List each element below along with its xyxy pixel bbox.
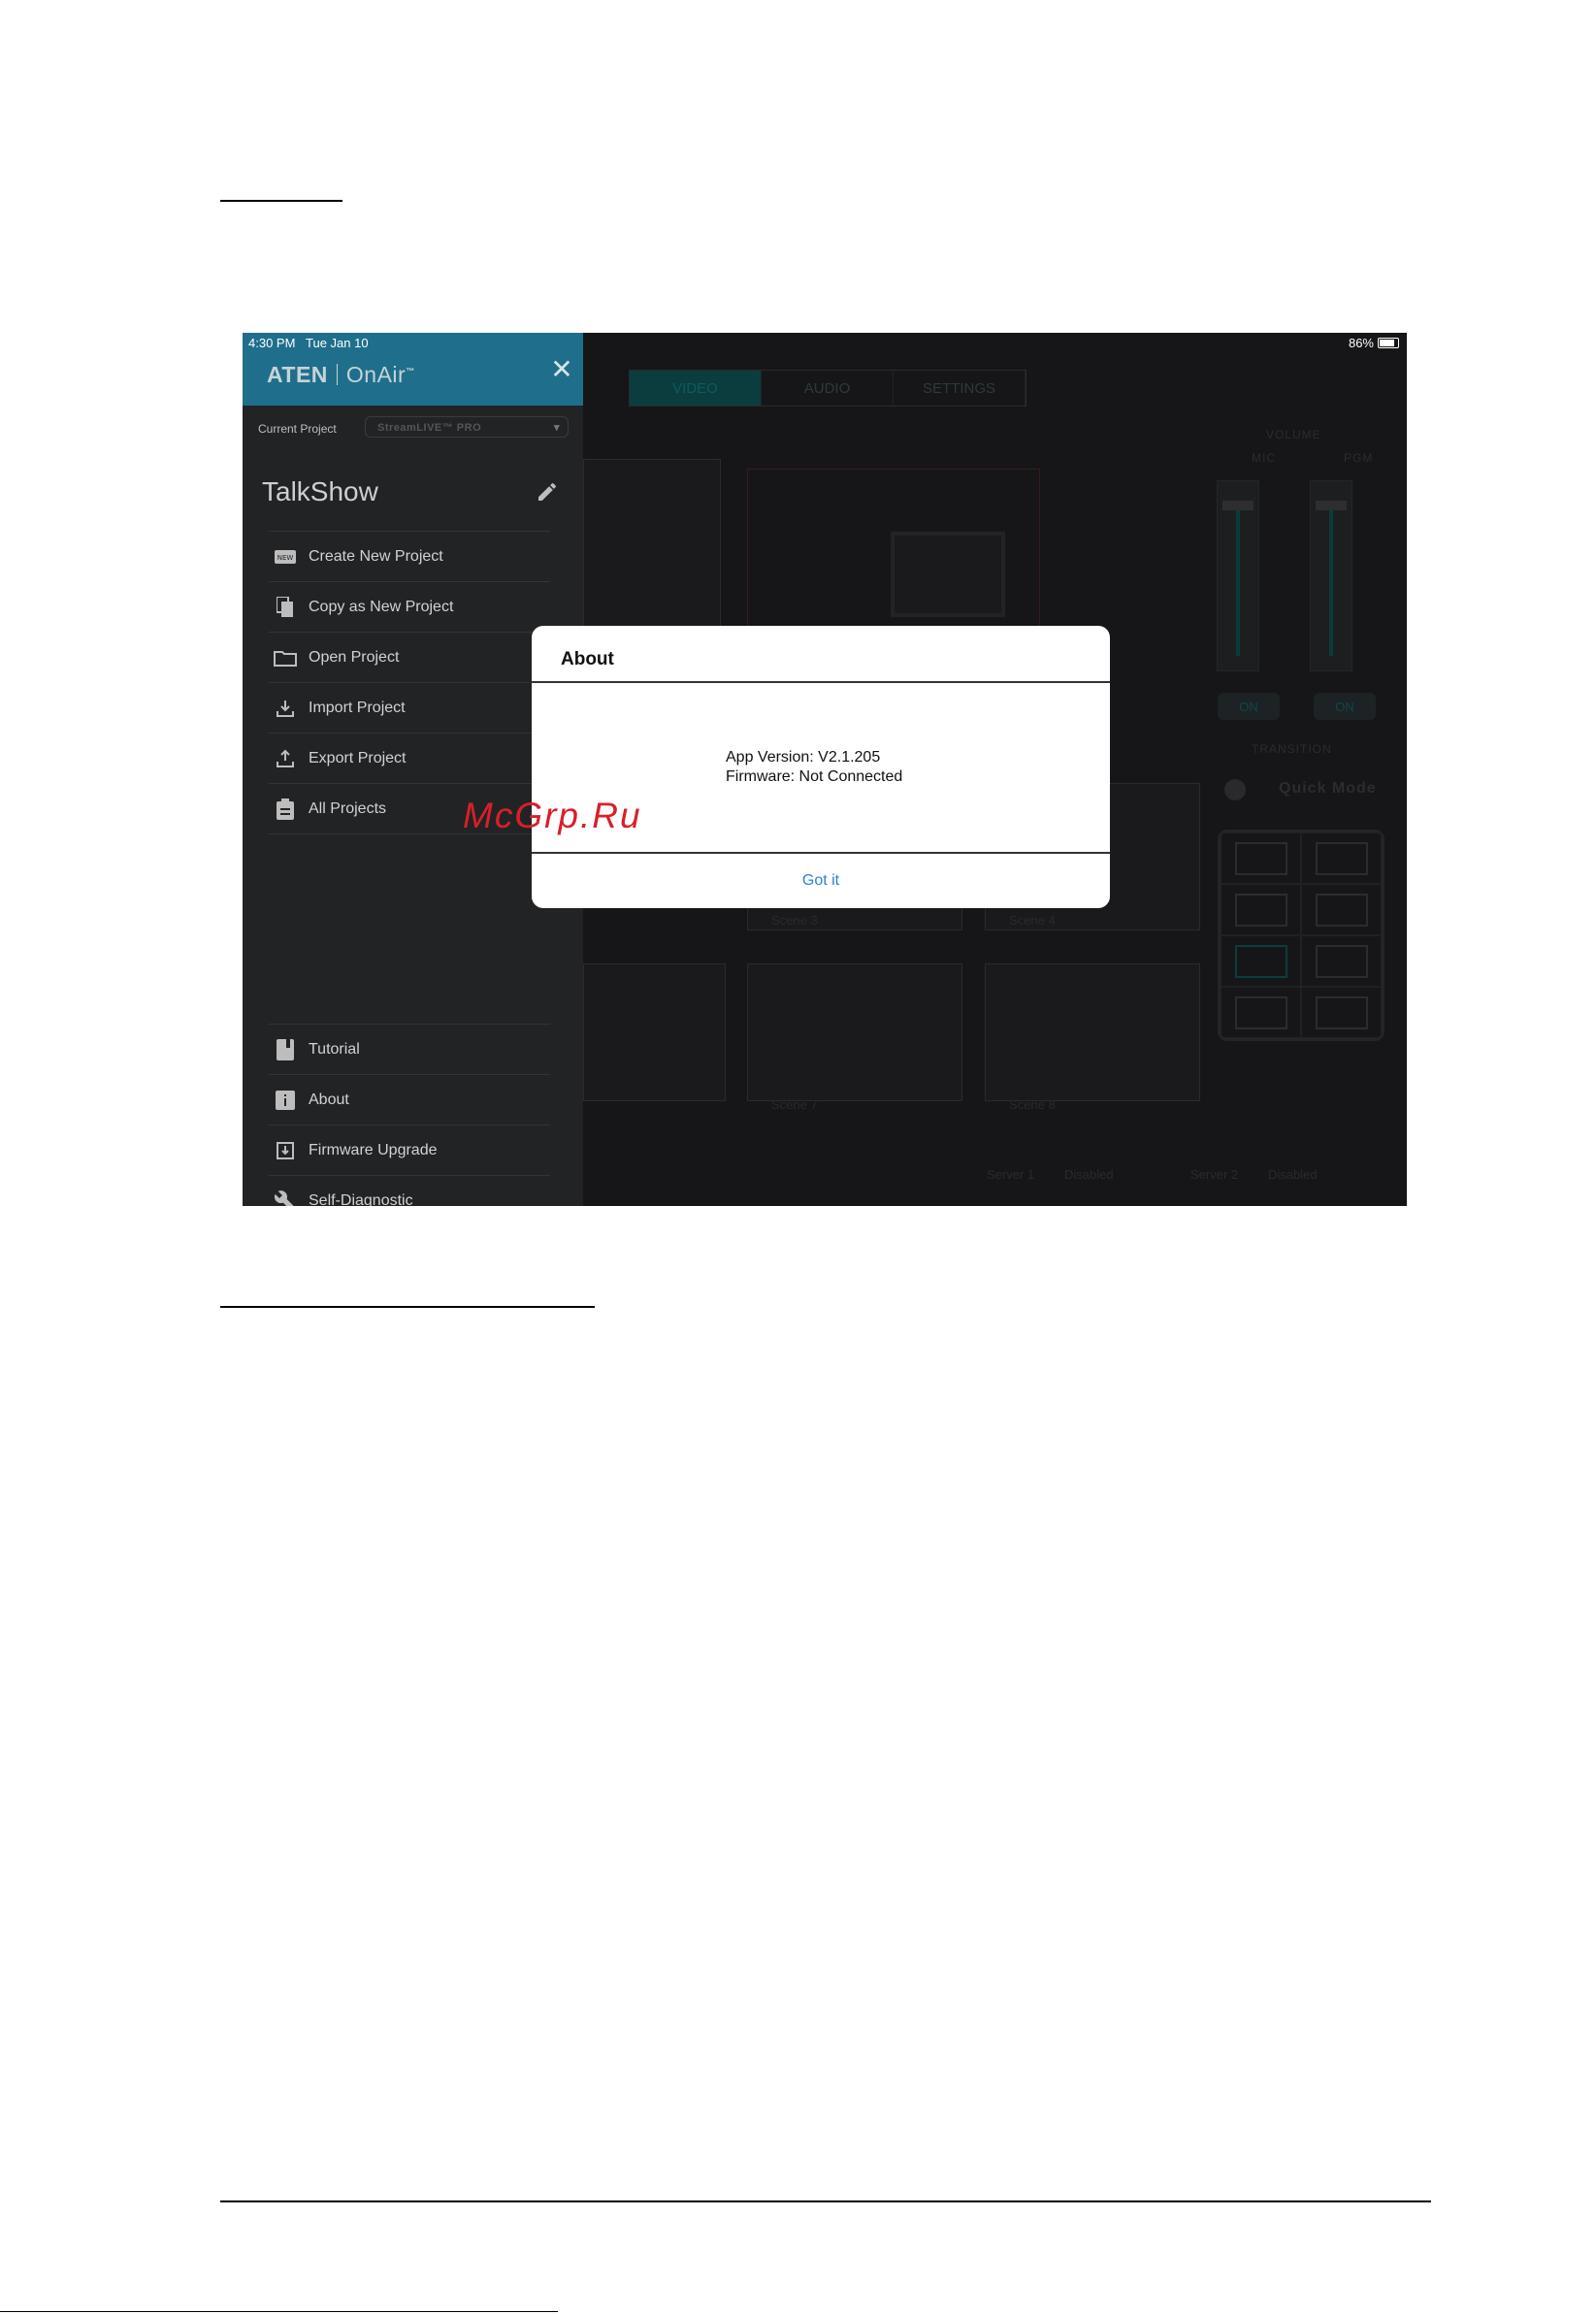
- quick-mode-label: Quick Mode: [1279, 780, 1377, 797]
- menu-label: Import Project: [309, 699, 406, 716]
- page-bottom-rule: [0, 2311, 558, 2312]
- scene-label: Scene 7: [771, 1097, 818, 1112]
- transition-grid: [1218, 830, 1384, 1041]
- transition-title: TRANSITION: [1252, 742, 1332, 756]
- server1-label: Server 1: [987, 1167, 1035, 1182]
- menu-create-new-project[interactable]: NEW Create New Project: [269, 531, 550, 581]
- menu-copy-as-new-project[interactable]: Copy as New Project: [269, 581, 550, 632]
- transition-option[interactable]: [1301, 832, 1382, 884]
- trademark: ™: [406, 366, 415, 376]
- server1-status: Disabled: [1064, 1167, 1114, 1182]
- menu-open-project[interactable]: Open Project: [269, 632, 550, 682]
- export-icon: [274, 747, 297, 770]
- app-version-text: App Version: V2.1.205: [726, 749, 881, 766]
- transition-option[interactable]: [1221, 884, 1301, 935]
- project-menu: NEW Create New Project Copy as New Proje…: [269, 531, 550, 834]
- copy-icon: [274, 596, 297, 619]
- menu-label: About: [309, 1091, 349, 1108]
- transition-option[interactable]: [1221, 935, 1301, 987]
- info-icon: [274, 1089, 297, 1112]
- menu-label: Create New Project: [309, 547, 443, 565]
- section-underline: [220, 1306, 595, 1308]
- menu-label: Open Project: [309, 648, 400, 666]
- firmware-icon: [274, 1139, 297, 1162]
- menu-label: Tutorial: [309, 1040, 360, 1058]
- server2-status: Disabled: [1268, 1167, 1318, 1182]
- mic-on-button[interactable]: ON: [1218, 693, 1280, 720]
- scene-label: Scene 3: [771, 913, 818, 928]
- current-project-label: Current Project: [258, 422, 337, 436]
- pgm-fader[interactable]: [1310, 480, 1352, 671]
- status-time: 4:30 PM Tue Jan 10: [248, 336, 369, 350]
- menu-label: Export Project: [309, 749, 407, 766]
- clipboard-icon: [274, 798, 297, 821]
- pgm-on-button[interactable]: ON: [1314, 693, 1376, 720]
- tab-audio[interactable]: AUDIO: [762, 371, 894, 406]
- product-name: OnAir: [345, 362, 407, 387]
- got-it-button[interactable]: Got it: [532, 854, 1110, 908]
- watermark: McGrp.Ru: [463, 796, 642, 835]
- battery-percent: 86%: [1348, 336, 1374, 350]
- menu-label: Firmware Upgrade: [309, 1141, 438, 1158]
- scene-label: Scene 4: [1009, 913, 1056, 928]
- svg-text:NEW: NEW: [277, 554, 294, 562]
- transition-option[interactable]: [1221, 987, 1301, 1038]
- import-icon: [274, 697, 297, 720]
- transition-option[interactable]: [1301, 987, 1382, 1038]
- mic-label: MIC: [1252, 451, 1276, 465]
- heading-underline: [220, 200, 342, 202]
- battery-icon: [1378, 338, 1399, 348]
- book-icon: [274, 1038, 297, 1061]
- tab-video[interactable]: VIDEO: [630, 371, 762, 406]
- server2-label: Server 2: [1190, 1167, 1239, 1182]
- scene-label: Scene 8: [1009, 1097, 1056, 1112]
- scene-tile[interactable]: [985, 963, 1200, 1101]
- scene-tile[interactable]: [583, 963, 726, 1101]
- aten-onair-logo: ATEN OnAir™: [267, 362, 415, 388]
- menu-firmware-upgrade[interactable]: Firmware Upgrade: [269, 1124, 550, 1175]
- pgm-label: PGM: [1344, 451, 1374, 465]
- wrench-icon: [274, 1190, 297, 1206]
- menu-label: Copy as New Project: [309, 598, 454, 615]
- menu-label: Self-Diagnostic: [309, 1191, 413, 1207]
- current-project-select[interactable]: StreamLIVE™ PRO: [365, 416, 569, 439]
- mic-fader[interactable]: [1217, 480, 1259, 671]
- volume-title: VOLUME: [1266, 428, 1321, 441]
- new-badge-icon: NEW: [274, 545, 297, 569]
- program-image-icon: [891, 532, 1005, 617]
- mode-tabs: VIDEO AUDIO SETTINGS: [629, 370, 1026, 407]
- dialog-divider: [532, 681, 1110, 683]
- menu-tutorial[interactable]: Tutorial: [269, 1024, 550, 1074]
- tab-settings[interactable]: SETTINGS: [894, 371, 1026, 406]
- transition-option[interactable]: [1221, 832, 1301, 884]
- menu-import-project[interactable]: Import Project: [269, 682, 550, 733]
- menu-self-diagnostic[interactable]: Self-Diagnostic: [269, 1175, 550, 1206]
- battery-indicator: 86%: [1349, 336, 1399, 350]
- quick-mode-toggle[interactable]: [1224, 779, 1246, 800]
- project-name: TalkShow: [262, 476, 378, 506]
- about-dialog: About App Version: V2.1.205 Firmware: No…: [532, 626, 1110, 908]
- menu-export-project[interactable]: Export Project: [269, 733, 550, 783]
- folder-icon: [274, 646, 297, 669]
- dialog-title: About: [561, 649, 614, 669]
- menu-about[interactable]: About: [269, 1074, 550, 1124]
- transition-option[interactable]: [1301, 935, 1382, 987]
- app-screenshot: VIDEO AUDIO SETTINGS VOLUME MIC PGM ON O…: [243, 333, 1407, 1206]
- firmware-status-text: Firmware: Not Connected: [726, 768, 903, 785]
- menu-label: All Projects: [309, 799, 387, 817]
- dialog-body: App Version: V2.1.205 Firmware: Not Conn…: [726, 748, 902, 787]
- status-bar: 4:30 PM Tue Jan 10 86%: [243, 333, 1407, 352]
- help-menu: Tutorial About Firmware Upgrade Self-Dia…: [269, 1024, 550, 1206]
- scene-tile[interactable]: [747, 963, 962, 1101]
- transition-option[interactable]: [1301, 884, 1382, 935]
- close-icon[interactable]: ✕: [550, 356, 573, 383]
- footer-rule: [220, 2200, 1431, 2202]
- brand-name: ATEN: [267, 362, 328, 387]
- pencil-icon[interactable]: [536, 480, 559, 504]
